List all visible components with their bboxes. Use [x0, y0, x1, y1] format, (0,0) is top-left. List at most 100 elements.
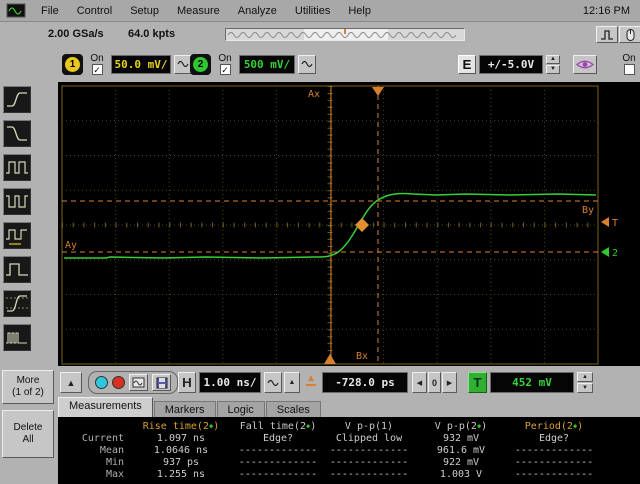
external-trigger-range-display[interactable]: +/-5.0V — [479, 54, 543, 74]
channel2-on-checkbox[interactable]: ✓ — [219, 64, 231, 75]
measurement-value: ------------- — [514, 456, 594, 468]
external-trigger-group: E +/-5.0V ▲ ▼ On — [458, 53, 640, 75]
channel2-on-label: On — [218, 53, 232, 64]
trigger-level-down-button[interactable]: ▼ — [577, 383, 593, 393]
more-button[interactable]: More (1 of 2) — [2, 370, 54, 404]
trigger-button[interactable]: T — [468, 372, 487, 393]
delay-zero-button[interactable]: 0 — [428, 372, 441, 393]
external-on-label: On — [622, 53, 636, 64]
channel1-on-checkbox[interactable]: ✓ — [91, 64, 103, 75]
ext-range-up-button[interactable]: ▲ — [546, 54, 560, 64]
column-fall-time: Fall time(2◆) — [239, 420, 317, 432]
channel2-scale-display[interactable]: 500 mV/ — [239, 54, 295, 74]
menu-setup[interactable]: Setup — [121, 3, 168, 19]
channel1-badge[interactable]: 1 — [62, 53, 83, 75]
mouse-mode-button[interactable] — [619, 26, 640, 43]
pos-pulse-icon[interactable] — [3, 256, 31, 283]
measurement-value: ------------- — [514, 468, 594, 480]
pulse-width-neg-icon[interactable] — [3, 188, 31, 215]
horizontal-button[interactable]: H — [178, 372, 196, 393]
save-icon[interactable] — [152, 374, 171, 391]
menu-control[interactable]: Control — [68, 3, 121, 19]
measurement-value: 1.003 V — [439, 468, 483, 480]
run-control-group — [88, 371, 178, 394]
delay-reference-icon: ▲ — [306, 373, 316, 386]
menu-help[interactable]: Help — [339, 3, 380, 19]
external-on-checkbox[interactable] — [623, 64, 635, 75]
period-icon[interactable] — [3, 222, 31, 249]
menu-measure[interactable]: Measure — [168, 3, 229, 19]
menu-utilities[interactable]: Utilities — [286, 3, 339, 19]
clock: 12:16 PM — [582, 4, 630, 17]
horizontal-trigger-toolbar: ▲ H 1.00 ns/ ▲ ▲ -728.0 ps ◀ 0 ▶ T 452 m… — [0, 368, 640, 397]
run-button[interactable] — [95, 376, 108, 389]
memory-depth: 64.0 kpts — [128, 28, 176, 40]
measurement-value: 932 mV — [442, 432, 480, 444]
column-vpp2: V p-p(2◆) — [434, 420, 488, 432]
menu-file[interactable]: File — [32, 3, 68, 19]
channel2-group: 2 On ✓ 500 mV/ — [190, 53, 316, 75]
pulse-width-pos-icon[interactable] — [3, 154, 31, 181]
trigger-level-display[interactable]: 452 mV — [490, 372, 574, 393]
measurement-row-mean: Mean 1.0646 ns ------------- -----------… — [58, 444, 640, 456]
measurement-value: Edge? — [538, 432, 570, 444]
eye-icon[interactable] — [573, 54, 597, 74]
column-period: Period(2◆) — [524, 420, 584, 432]
measurement-value: ------------- — [329, 444, 409, 456]
scope-app-icon — [6, 3, 26, 18]
tab-markers[interactable]: Markers — [153, 401, 216, 417]
trigger-position-icon[interactable] — [372, 87, 384, 96]
delay-right-button[interactable]: ▶ — [442, 372, 457, 393]
measurement-value: 922 mV — [442, 456, 480, 468]
measurement-value: ------------- — [238, 456, 318, 468]
timebase-adjust-button[interactable] — [264, 372, 282, 393]
preview-trigger-tick — [344, 29, 346, 34]
external-trigger-button[interactable]: E — [458, 54, 476, 74]
measurement-value: ------------- — [514, 444, 594, 456]
tab-scales[interactable]: Scales — [265, 401, 321, 417]
graticule — [61, 85, 599, 365]
delay-left-button[interactable]: ◀ — [412, 372, 427, 393]
screen-capture-button[interactable] — [129, 374, 148, 391]
marker-intersect-diamond[interactable] — [355, 218, 369, 232]
zoom-button[interactable]: ▲ — [284, 372, 300, 393]
measure-icon-sidebar — [3, 86, 33, 358]
measurement-value: 937 ps — [162, 456, 200, 468]
burst-icon[interactable] — [3, 324, 31, 351]
marker-by-label: By — [582, 205, 594, 216]
measurement-value: ------------- — [329, 456, 409, 468]
tab-logic[interactable]: Logic — [216, 401, 265, 417]
waveform-area[interactable]: Ax Bx By Ay T 2 — [58, 82, 640, 366]
channel2-scale-adjust-button[interactable] — [298, 54, 316, 74]
stop-button[interactable] — [112, 376, 125, 389]
measurement-value: 1.097 ns — [156, 432, 206, 444]
tab-measurements[interactable]: Measurements — [58, 397, 153, 417]
measurement-value: Edge? — [262, 432, 294, 444]
delete-all-button[interactable]: Delete All — [2, 410, 54, 458]
touch-up-button[interactable]: ▲ — [60, 372, 82, 393]
channel1-group: 1 On ✓ 50.0 mV/ — [62, 53, 192, 75]
channel2-badge[interactable]: 2 — [190, 53, 211, 75]
trigger-level-marker[interactable]: T — [601, 217, 618, 229]
rise-edge-icon[interactable] — [3, 86, 31, 113]
bottom-tabs: Measurements Markers Logic Scales — [58, 397, 322, 417]
column-rise-time: Rise time(2◆) — [142, 420, 220, 432]
measurement-value: ------------- — [238, 468, 318, 480]
timebase-display[interactable]: 1.00 ns/ — [199, 372, 261, 393]
trigger-level-up-button[interactable]: ▲ — [577, 372, 593, 382]
channel2-ground-marker[interactable]: 2 — [601, 247, 618, 259]
menu-analyze[interactable]: Analyze — [229, 3, 286, 19]
channel1-scale-display[interactable]: 50.0 mV/ — [111, 54, 171, 74]
measurement-row-max: Max 1.255 ns ------------- -------------… — [58, 468, 640, 480]
marker-bx-label: Bx — [356, 351, 368, 362]
ext-range-down-button[interactable]: ▼ — [546, 64, 560, 74]
acquisition-mode-button[interactable] — [596, 26, 618, 43]
delay-display[interactable]: -728.0 ps — [322, 372, 408, 393]
rise-threshold-icon[interactable] — [3, 290, 31, 317]
acquisition-preview-bar[interactable] — [225, 28, 465, 41]
fall-edge-icon[interactable] — [3, 120, 31, 147]
measurement-value: 1.255 ns — [156, 468, 206, 480]
measurements-panel: Rise time(2◆) Fall time(2◆) V p-p(1) V p… — [58, 417, 640, 484]
measurements-header-row: Rise time(2◆) Fall time(2◆) V p-p(1) V p… — [58, 420, 640, 432]
marker-ay-label: Ay — [65, 240, 77, 251]
